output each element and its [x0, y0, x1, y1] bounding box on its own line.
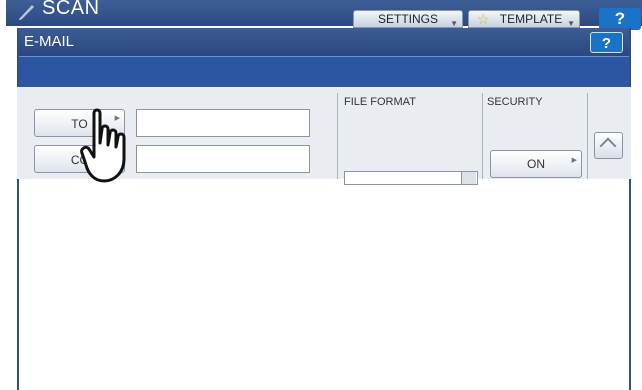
template-button[interactable]: ☆ TEMPLATE ▼: [468, 10, 580, 28]
dialog-toolbar-band: [19, 56, 629, 88]
settings-label: SETTINGS: [377, 12, 438, 26]
security-label: SECURITY: [487, 96, 543, 108]
pointing-hand-icon: [80, 108, 126, 183]
security-on-button[interactable]: ON ▶: [490, 150, 582, 178]
dialog-header: E-MAIL ?: [19, 28, 629, 56]
top-help-button[interactable]: ?: [599, 8, 641, 30]
triangle-right-icon: ▶: [571, 157, 577, 164]
to-field[interactable]: [136, 109, 310, 137]
scan-title: SCAN: [42, 0, 100, 19]
address-section: TO ▶ CC ▶: [30, 93, 316, 179]
star-icon: ☆: [477, 11, 490, 27]
settings-button[interactable]: SETTINGS ▼: [353, 10, 463, 28]
scroll-up-button[interactable]: [594, 132, 623, 159]
file-format-select[interactable]: [344, 171, 478, 185]
dialog-title: E-MAIL: [24, 33, 75, 50]
chevron-up-icon: [599, 137, 617, 155]
scan-screen: SCAN SETTINGS ▼ ☆ TEMPLATE ▼ ? E-MAIL ? …: [0, 0, 642, 390]
file-format-label: FILE FORMAT: [344, 96, 416, 108]
divider: [337, 93, 338, 179]
scan-pen-icon: [19, 5, 34, 20]
dialog-help-button[interactable]: ?: [590, 32, 623, 53]
divider: [482, 93, 483, 179]
security-on-label: ON: [527, 157, 545, 171]
dropdown-arrow-icon: [461, 172, 476, 184]
email-dialog: E-MAIL ? TO ▶ CC ▶ FILE FORMAT: [17, 28, 631, 390]
template-label: TEMPLATE: [499, 12, 563, 26]
divider: [587, 93, 588, 179]
cc-field[interactable]: [136, 145, 310, 173]
scan-top-bar: SCAN SETTINGS ▼ ☆ TEMPLATE ▼ ?: [6, 0, 642, 30]
